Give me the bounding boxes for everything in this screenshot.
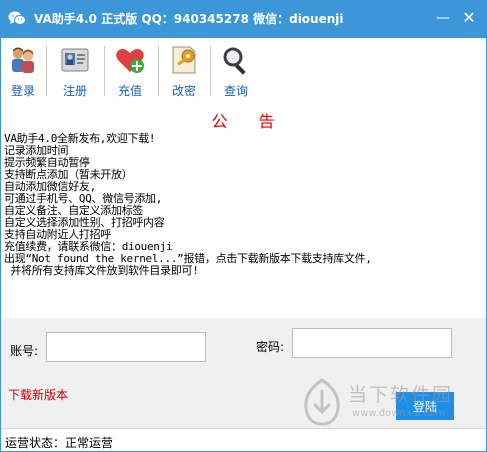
magnifier-icon bbox=[223, 47, 246, 75]
toolbar-query-label: 查询 bbox=[223, 84, 248, 98]
download-new-version-link[interactable]: 下载新版本 bbox=[8, 386, 68, 403]
downxia-logo-icon bbox=[304, 378, 340, 426]
key-icon bbox=[172, 46, 196, 74]
close-button[interactable]: ✕ bbox=[458, 8, 480, 28]
toolbar-change-password-label: 改密 bbox=[171, 84, 196, 98]
toolbar-login-button[interactable]: 登录 bbox=[3, 44, 43, 100]
toolbar-register-label: 注册 bbox=[62, 84, 87, 98]
id-card-icon bbox=[61, 48, 89, 72]
status-text: 运营状态：正常运营 bbox=[5, 436, 114, 450]
toolbar-change-password-button[interactable]: 改密 bbox=[164, 44, 204, 100]
password-input[interactable] bbox=[292, 328, 452, 358]
password-label: 密码: bbox=[256, 340, 285, 354]
watermark: 当下软件园 www.downxia.com bbox=[300, 376, 480, 428]
account-label: 账号: bbox=[10, 344, 39, 358]
notice-line: 并将所有支持库文件放到软件目录即可! bbox=[4, 264, 199, 277]
users-icon bbox=[12, 47, 34, 73]
wechat-icon bbox=[8, 11, 26, 25]
toolbar-divider bbox=[46, 46, 47, 96]
title-bar: VA助手4.0 正式版 QQ：940345278 微信：diouenji — ✕ bbox=[0, 0, 487, 38]
toolbar-divider bbox=[158, 46, 159, 96]
window-title: VA助手4.0 正式版 QQ：940345278 微信：diouenji bbox=[34, 12, 344, 26]
notice-title: 公 告 bbox=[211, 112, 276, 131]
toolbar-register-button[interactable]: 注册 bbox=[55, 44, 95, 100]
notice-body: VA助手4.0全新发布,欢迎下载! 记录添加时间 提示频繁自动暂停 支持断点添加… bbox=[4, 133, 484, 277]
minimize-button[interactable]: — bbox=[432, 8, 454, 28]
toolbar: 登录 注册 充值 改密 查询 bbox=[0, 38, 487, 102]
toolbar-login-label: 登录 bbox=[10, 84, 35, 98]
toolbar-recharge-label: 充值 bbox=[117, 84, 142, 98]
toolbar-query-button[interactable]: 查询 bbox=[216, 44, 256, 100]
toolbar-recharge-button[interactable]: 充值 bbox=[110, 44, 150, 100]
watermark-url: www.downxia.com bbox=[352, 408, 446, 419]
status-bar: 运营状态：正常运营 bbox=[0, 428, 487, 452]
account-input[interactable] bbox=[46, 332, 206, 362]
notice-line: VA助手4.0全新发布,欢迎下载! bbox=[4, 132, 156, 145]
toolbar-divider bbox=[104, 46, 105, 96]
toolbar-divider bbox=[210, 46, 211, 96]
watermark-text: 当下软件园 bbox=[348, 384, 454, 406]
heart-plus-icon bbox=[116, 49, 144, 73]
